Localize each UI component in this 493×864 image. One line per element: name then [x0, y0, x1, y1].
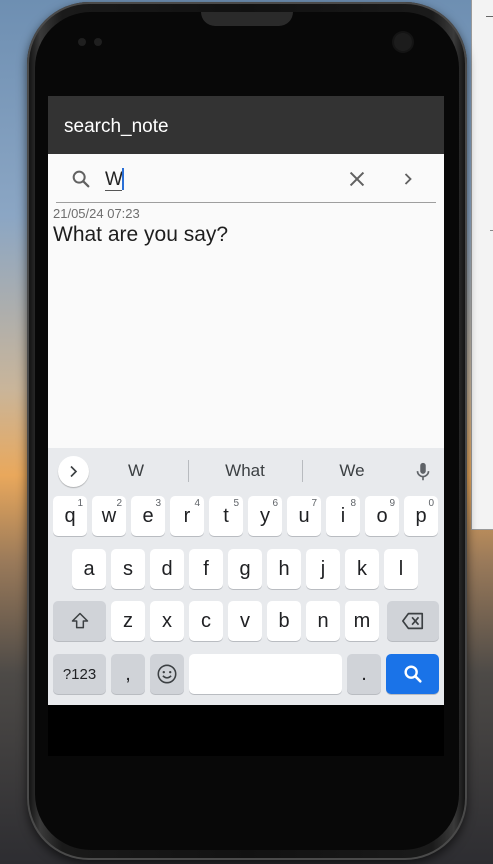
key-label: p: [415, 504, 427, 527]
key-p[interactable]: p0: [404, 496, 438, 536]
key-label: r: [183, 504, 191, 527]
key-o[interactable]: o9: [365, 496, 399, 536]
emoji-icon: [157, 664, 177, 684]
search-underline: [56, 202, 436, 203]
note-text: What are you say?: [53, 223, 229, 246]
key-hint: 5: [233, 498, 239, 509]
chevron-right-icon: [70, 465, 78, 478]
shift-icon: [71, 612, 88, 629]
key-hint: 1: [77, 498, 83, 509]
backspace-icon: [402, 612, 424, 630]
key-label: w: [101, 504, 117, 527]
shift-key[interactable]: [53, 601, 106, 641]
composing-underline: [105, 190, 122, 191]
navigation-bar: [48, 705, 444, 756]
key-b[interactable]: b: [267, 601, 301, 641]
suggestion-divider: [302, 460, 303, 482]
key-q[interactable]: q1: [53, 496, 87, 536]
backspace-key[interactable]: [387, 601, 439, 641]
suggestion-3[interactable]: We: [328, 461, 376, 481]
key-j[interactable]: j: [306, 549, 340, 589]
search-icon: [72, 170, 90, 188]
chevron-right-icon[interactable]: [398, 168, 418, 190]
key-u[interactable]: u7: [287, 496, 321, 536]
key-z[interactable]: z: [111, 601, 145, 641]
key-label: t: [223, 504, 229, 527]
key-i[interactable]: i8: [326, 496, 360, 536]
search-action-key[interactable]: [386, 654, 439, 694]
search-bar: [48, 154, 444, 204]
emoji-key[interactable]: [150, 654, 184, 694]
key-w[interactable]: w2: [92, 496, 126, 536]
app-title: search_note: [64, 116, 169, 137]
front-camera: [394, 33, 412, 51]
key-label: y: [260, 504, 270, 527]
key-hint: 3: [155, 498, 161, 509]
key-c[interactable]: c: [189, 601, 223, 641]
key-hint: 9: [389, 498, 395, 509]
phone-screen: search_note 21/05/24 07:23 What are you …: [48, 96, 444, 756]
soft-keyboard: W What We q1w2e3r4t5y6u7i8o9p0 asdfghjkl: [48, 448, 444, 705]
key-label: e: [142, 504, 154, 527]
key-x[interactable]: x: [150, 601, 184, 641]
suggestion-1[interactable]: W: [118, 461, 154, 481]
keyboard-expand-button[interactable]: [58, 456, 89, 487]
text-cursor: [122, 168, 124, 190]
period-key[interactable]: .: [347, 654, 381, 694]
search-input[interactable]: [105, 167, 325, 193]
key-a[interactable]: a: [72, 549, 106, 589]
space-key[interactable]: [189, 654, 342, 694]
key-hint: 2: [116, 498, 122, 509]
key-e[interactable]: e3: [131, 496, 165, 536]
key-label: o: [376, 504, 388, 527]
search-icon: [403, 665, 422, 683]
key-v[interactable]: v: [228, 601, 262, 641]
speaker-grille: [201, 12, 293, 26]
comma-key[interactable]: ,: [111, 654, 145, 694]
key-s[interactable]: s: [111, 549, 145, 589]
key-k[interactable]: k: [345, 549, 379, 589]
key-l[interactable]: l: [384, 549, 418, 589]
key-n[interactable]: n: [306, 601, 340, 641]
notes-content: 21/05/24 07:23 What are you say?: [48, 154, 444, 448]
key-d[interactable]: d: [150, 549, 184, 589]
suggestion-strip: W What We: [48, 448, 444, 494]
key-h[interactable]: h: [267, 549, 301, 589]
key-hint: 8: [350, 498, 356, 509]
list-item[interactable]: 21/05/24 07:23 What are you say?: [53, 206, 433, 247]
mic-icon[interactable]: [412, 460, 434, 484]
key-g[interactable]: g: [228, 549, 262, 589]
clear-icon[interactable]: [346, 168, 368, 190]
window-minimize-icon[interactable]: [486, 16, 493, 17]
key-r[interactable]: r4: [170, 496, 204, 536]
suggestion-2[interactable]: What: [211, 461, 279, 481]
suggestion-divider: [188, 460, 189, 482]
key-label: u: [298, 504, 310, 527]
key-label: q: [64, 504, 76, 527]
key-label: i: [340, 504, 346, 527]
symbols-key[interactable]: ?123: [53, 654, 106, 694]
key-t[interactable]: t5: [209, 496, 243, 536]
key-hint: 6: [272, 498, 278, 509]
key-f[interactable]: f: [189, 549, 223, 589]
note-timestamp: 21/05/24 07:23: [53, 206, 140, 221]
key-hint: 4: [194, 498, 200, 509]
key-y[interactable]: y6: [248, 496, 282, 536]
background-window: [471, 0, 493, 530]
sensor-dots: [78, 38, 114, 48]
key-hint: 0: [428, 498, 434, 509]
app-bar: search_note: [48, 96, 444, 154]
key-m[interactable]: m: [345, 601, 379, 641]
key-hint: 7: [311, 498, 317, 509]
